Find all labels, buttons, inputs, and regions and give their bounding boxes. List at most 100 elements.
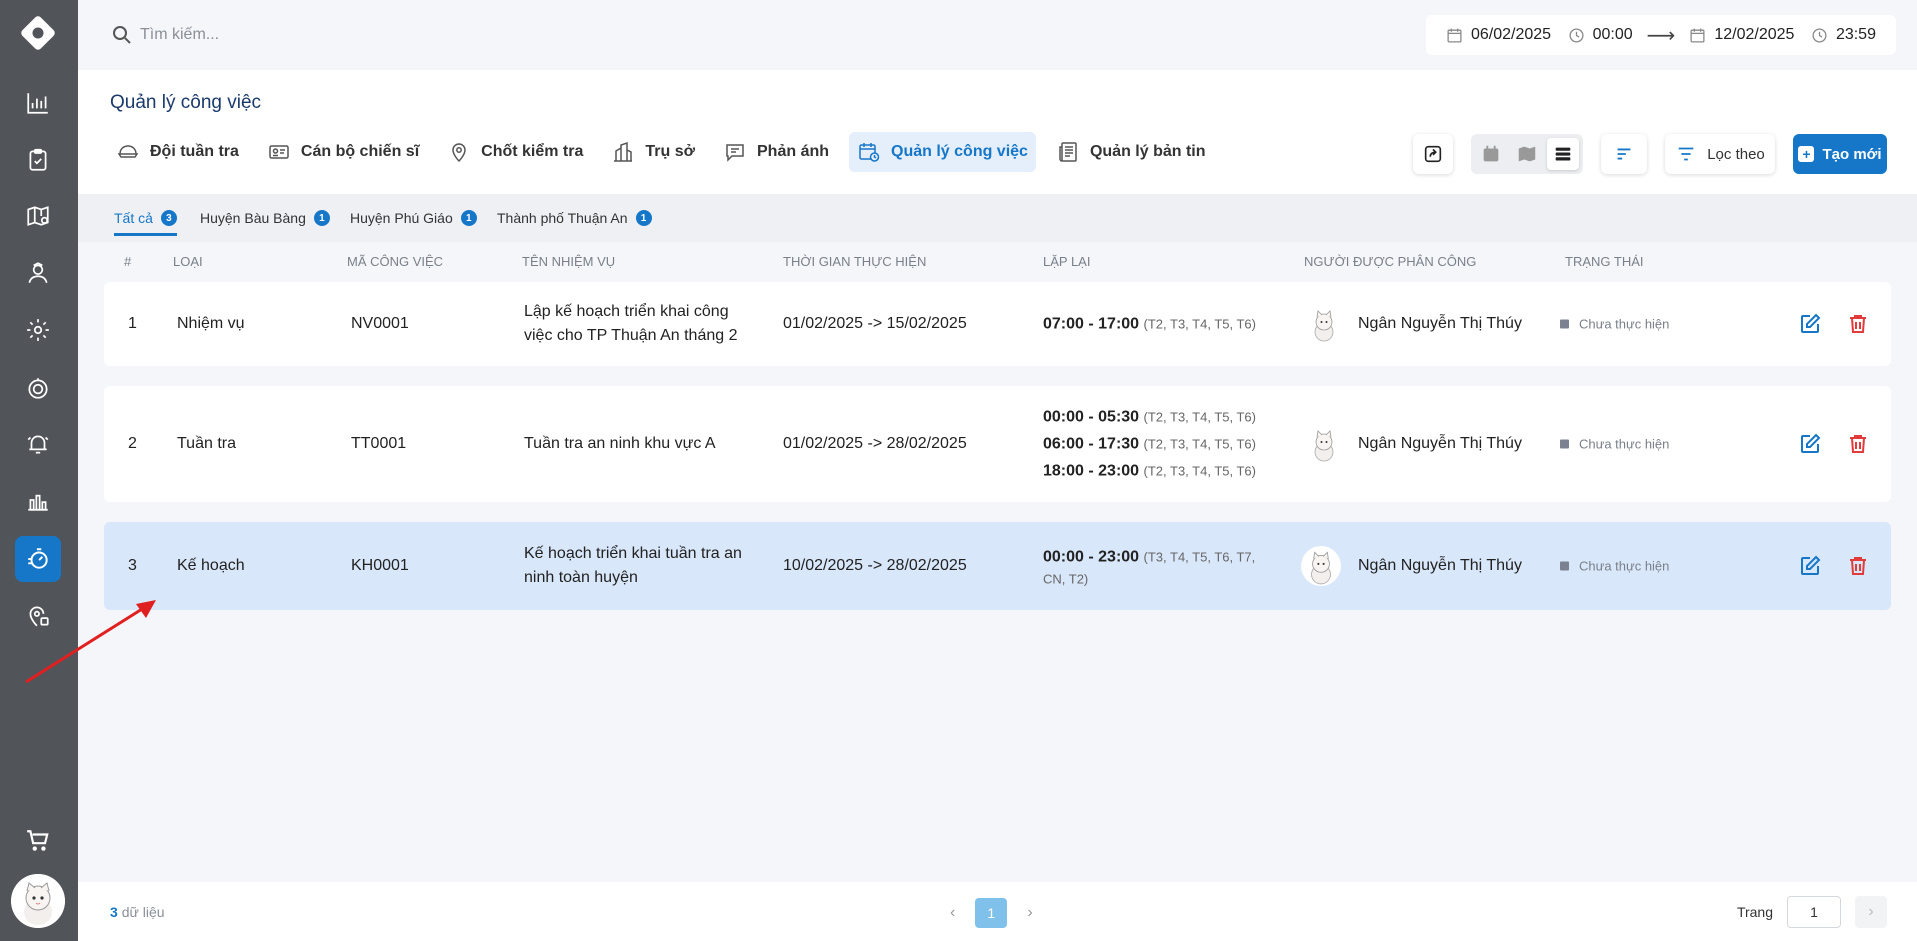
export-button[interactable] (1413, 134, 1453, 174)
sidebar-item-cart[interactable] (15, 818, 61, 864)
newspaper-icon (1059, 142, 1077, 162)
assignee-avatar (1301, 546, 1341, 586)
date-range-picker[interactable]: 06/02/2025 00:00 ⟶ 12/02/2025 23:59 (1426, 15, 1896, 55)
page-title: Quản lý công việc (110, 92, 262, 113)
edit-icon[interactable] (1798, 432, 1822, 456)
clipboard-check-icon (29, 148, 47, 171)
row-type: Kế hoạch (177, 557, 245, 574)
tab-headquarters[interactable]: Trụ sở (603, 132, 703, 172)
table-header: # Loại Mã công việc Tên nhiệm vụ Thời gi… (78, 242, 1917, 282)
calendar-view-button[interactable] (1475, 138, 1507, 170)
sidebar-item-map[interactable] (15, 193, 61, 239)
start-date[interactable]: 06/02/2025 (1471, 26, 1551, 44)
top-bar: 06/02/2025 00:00 ⟶ 12/02/2025 23:59 (78, 0, 1917, 70)
tab-officers[interactable]: Cán bộ chiến sĩ (259, 132, 427, 172)
search-icon (113, 26, 131, 44)
alarm-bell-icon (27, 435, 49, 454)
page-number[interactable]: 1 (975, 898, 1008, 928)
col-period: Thời gian thực hiện (783, 254, 927, 269)
row-task-name: Lập kế hoạch triển khai công việc cho TP… (524, 303, 738, 344)
count-badge: 3 (160, 210, 177, 226)
tab-work-management[interactable]: Quản lý công việc (849, 132, 1036, 172)
col-repeat: Lặp lại (1043, 254, 1091, 269)
delete-icon[interactable] (1846, 554, 1870, 578)
sidebar-item-work-management[interactable] (15, 536, 61, 582)
col-task-name: Tên nhiệm vụ (522, 254, 616, 269)
tab-news-management[interactable]: Quản lý bản tin (1048, 132, 1214, 172)
filter-button[interactable]: Lọc theo (1665, 134, 1775, 174)
end-date[interactable]: 12/02/2025 (1714, 26, 1794, 44)
row-type: Nhiệm vụ (177, 315, 245, 332)
table-row[interactable]: 2 Tuần tra TT0001 Tuần tra an ninh khu v… (104, 386, 1891, 502)
chip-all[interactable]: Tất cả 3 (114, 210, 177, 236)
task-table: # Loại Mã công việc Tên nhiệm vụ Thời gi… (78, 242, 1917, 882)
sidebar-item-officers[interactable] (15, 250, 61, 296)
end-time[interactable]: 23:59 (1836, 26, 1876, 44)
col-code: Mã công việc (347, 254, 444, 269)
chip-phu-giao[interactable]: Huyện Phú Giáo 1 (350, 210, 477, 226)
assignee-avatar (1305, 425, 1343, 463)
assignee-avatar (1305, 305, 1343, 343)
sidebar-item-settings[interactable] (15, 307, 61, 353)
sidebar-item-alerts[interactable] (15, 421, 61, 467)
chip-thuan-an[interactable]: Thành phố Thuận An 1 (497, 210, 652, 226)
tab-checkpoints[interactable]: Chốt kiểm tra (439, 132, 591, 172)
start-time[interactable]: 00:00 (1593, 26, 1633, 44)
col-index: # (124, 254, 132, 269)
map-view-button[interactable] (1511, 138, 1543, 170)
tab-patrol-team[interactable]: Đội tuần tra (108, 132, 247, 172)
sidebar (0, 0, 78, 941)
row-period: 10/02/2025 -> 28/02/2025 (783, 557, 967, 574)
delete-icon[interactable] (1846, 312, 1870, 336)
clock-icon (1569, 27, 1584, 43)
table-row[interactable]: 3 Kế hoạch KH0001 Kế hoạch triển khai tu… (104, 522, 1891, 610)
range-arrow-icon: ⟶ (1646, 24, 1676, 47)
goto-page-input[interactable] (1787, 896, 1841, 928)
sidebar-item-dashboard[interactable] (15, 80, 61, 126)
app-logo-icon[interactable] (19, 14, 57, 52)
clock-icon (1812, 27, 1827, 43)
col-status: Trạng thái (1565, 254, 1644, 269)
tab-feedback[interactable]: Phản ánh (715, 132, 837, 172)
delete-icon[interactable] (1846, 432, 1870, 456)
sidebar-item-tasks[interactable] (15, 137, 61, 183)
edit-icon[interactable] (1798, 312, 1822, 336)
col-type: Loại (173, 254, 203, 269)
map-icon (27, 206, 49, 226)
status-badge: Chưa thực hiện (1560, 559, 1669, 574)
gear-icon (27, 319, 49, 341)
table-footer: 3 dữ liệu ‹ 1 › Trang › (78, 882, 1917, 941)
create-new-button[interactable]: + Tạo mới (1793, 134, 1887, 174)
goto-label: Trang (1736, 904, 1773, 920)
row-repeat: 00:00 - 23:00 (T3, T4, T5, T6, T7, CN, T… (1043, 548, 1256, 587)
search-input[interactable] (140, 20, 640, 50)
map-pin-icon (452, 143, 466, 163)
filter-icon (1678, 147, 1694, 161)
goto-next-icon[interactable]: › (1855, 896, 1887, 928)
user-avatar[interactable] (11, 874, 65, 928)
row-task-name: Tuần tra an ninh khu vực A (524, 435, 716, 452)
status-badge: Chưa thực hiện (1560, 437, 1669, 452)
patrol-cap-icon (117, 145, 139, 158)
chat-icon (726, 144, 744, 162)
list-view-button[interactable] (1547, 138, 1579, 170)
officer-badge-icon (28, 262, 48, 284)
bar-chart-icon (27, 93, 48, 114)
edit-icon[interactable] (1798, 554, 1822, 578)
location-shield-icon (29, 606, 49, 627)
sidebar-item-statistics[interactable] (15, 477, 61, 523)
sidebar-item-location-security[interactable] (15, 593, 61, 639)
sidebar-item-monitor[interactable] (15, 365, 61, 411)
next-page-icon[interactable]: › (1027, 904, 1032, 922)
prev-page-icon[interactable]: ‹ (950, 904, 955, 922)
table-row[interactable]: 1 Nhiệm vụ NV0001 Lập kế hoạch triển kha… (104, 282, 1891, 366)
row-index: 2 (128, 435, 137, 452)
calendar-icon (1690, 28, 1705, 43)
row-period: 01/02/2025 -> 15/02/2025 (783, 315, 967, 332)
plus-icon: + (1798, 146, 1815, 162)
record-count: 3 dữ liệu (110, 904, 165, 920)
row-repeat: 00:00 - 05:30 (T2, T3, T4, T5, T6) 06:00… (1043, 408, 1256, 480)
chip-bau-bang[interactable]: Huyện Bàu Bàng 1 (200, 210, 330, 226)
list-icon (1555, 147, 1571, 161)
sort-button[interactable] (1601, 134, 1647, 174)
